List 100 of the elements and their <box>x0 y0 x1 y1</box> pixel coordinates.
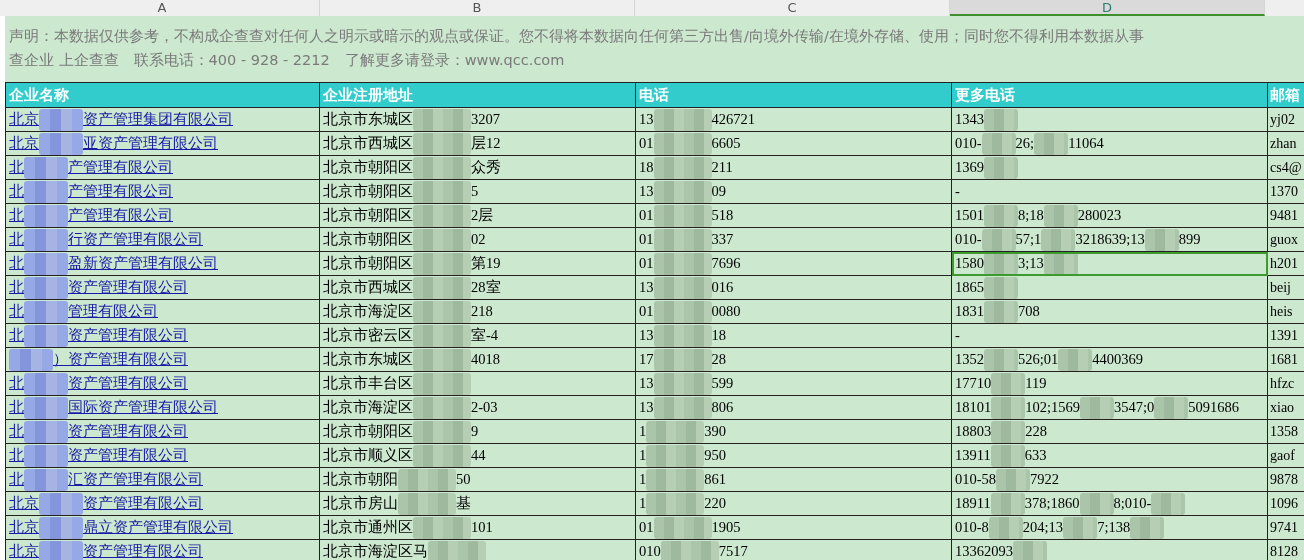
table-cell: 9741 <box>1268 516 1304 540</box>
blurred-redaction <box>984 300 1018 323</box>
table-cell: 北 资产管理有限公司 <box>5 420 320 444</box>
blurred-redaction <box>39 540 83 560</box>
blurred-redaction <box>653 300 712 323</box>
table-cell: 北京市朝阳区 众秀 <box>320 156 636 180</box>
table-cell: heis <box>1268 300 1304 324</box>
table-cell: 北京市东城区 4018 <box>320 348 636 372</box>
blurred-redaction <box>413 324 471 347</box>
blurred-redaction <box>24 276 68 299</box>
table-cell[interactable]: 1501 8;18 280023 <box>952 204 1268 228</box>
blurred-redaction <box>39 492 83 515</box>
table-cell[interactable]: 1352 526;01 4400369 <box>952 348 1268 372</box>
blurred-redaction <box>1058 348 1093 371</box>
disclaimer-text: 查企业 上企查查 联系电话：400 - 928 - 2212 了解更多请登录：www.qcc.com <box>9 51 566 70</box>
table-cell: 01 0080 <box>636 300 952 324</box>
blurred-redaction <box>653 204 712 227</box>
table-cell: 1681 <box>1268 348 1304 372</box>
table-cell: 13 18 <box>636 324 952 348</box>
table-cell: 北 产管理有限公司 <box>5 204 320 228</box>
table-cell[interactable]: 1580 3;13 <box>952 252 1268 276</box>
table-cell: 1 861 <box>636 468 952 492</box>
table-cell[interactable]: 1865 <box>952 276 1268 300</box>
table-cell: 01 337 <box>636 228 952 252</box>
blurred-redaction <box>981 132 1016 155</box>
table-cell: 1 950 <box>636 444 952 468</box>
table-cell: 13 806 <box>636 396 952 420</box>
table-cell[interactable]: 1369 <box>952 156 1268 180</box>
table-cell: 北京市西城区 层12 <box>320 132 636 156</box>
table-cell: zhan <box>1268 132 1304 156</box>
table-cell: gaof <box>1268 444 1304 468</box>
table-cell: 1 390 <box>636 420 952 444</box>
table-cell: h201 <box>1268 252 1304 276</box>
table-cell[interactable]: 010- 57;1 3218639;13 899 <box>952 228 1268 252</box>
table-cell: yj02 <box>1268 108 1304 132</box>
table-cell: 北京 资产管理有限公司 <box>5 492 320 516</box>
table-cell[interactable]: 010-58 7922 <box>952 468 1268 492</box>
blurred-redaction <box>653 228 712 251</box>
blurred-redaction <box>24 180 68 203</box>
blurred-redaction <box>653 348 712 371</box>
table-cell: 01 518 <box>636 204 952 228</box>
table-cell[interactable]: 1343 <box>952 108 1268 132</box>
table-cell: 北京市通州区 101 <box>320 516 636 540</box>
blurred-redaction <box>413 228 471 251</box>
blurred-redaction <box>660 540 719 560</box>
table-cell[interactable]: 13911 633 <box>952 444 1268 468</box>
blurred-redaction <box>984 204 1018 227</box>
table-cell: 北京市朝阳区 02 <box>320 228 636 252</box>
table-cell[interactable]: - <box>952 324 1268 348</box>
table-cell: 17 28 <box>636 348 952 372</box>
table-cell: 北京市西城区 28室 <box>320 276 636 300</box>
table-cell[interactable]: 13362093 <box>952 540 1268 560</box>
table-cell[interactable]: 18101 102;1569 3547;0 5091686 <box>952 396 1268 420</box>
blurred-redaction <box>413 156 471 179</box>
table-cell[interactable]: 010-8 204;13 7;138 <box>952 516 1268 540</box>
blurred-redaction <box>1034 132 1069 155</box>
blurred-redaction <box>653 276 712 299</box>
table-cell: 北京市顺义区 44 <box>320 444 636 468</box>
table-cell: 01 7696 <box>636 252 952 276</box>
table-cell: 北 资产管理有限公司 <box>5 276 320 300</box>
blurred-redaction <box>991 372 1026 395</box>
blurred-redaction <box>646 492 705 515</box>
blurred-redaction <box>39 108 83 131</box>
table-cell: beij <box>1268 276 1304 300</box>
table-cell: 1370 <box>1268 180 1304 204</box>
table-cell: 北 产管理有限公司 <box>5 156 320 180</box>
table-cell: 01 6605 <box>636 132 952 156</box>
table-cell: 北京 亚资产管理有限公司 <box>5 132 320 156</box>
blurred-redaction <box>413 204 471 227</box>
table-cell: 北 汇资产管理有限公司 <box>5 468 320 492</box>
blurred-redaction <box>653 180 712 203</box>
blurred-redaction <box>988 516 1023 539</box>
table-cell[interactable]: - <box>952 180 1268 204</box>
blurred-redaction <box>984 348 1018 371</box>
column-header[interactable]: D <box>950 0 1265 16</box>
table-cell: cs4@ <box>1268 156 1304 180</box>
table-cell[interactable]: 18911 378;1860 8;010- <box>952 492 1268 516</box>
blurred-redaction <box>653 324 712 347</box>
table-cell: 01 1905 <box>636 516 952 540</box>
table-cell: 北 管理有限公司 <box>5 300 320 324</box>
blurred-redaction <box>413 396 471 419</box>
table-cell[interactable]: 17710 119 <box>952 372 1268 396</box>
blurred-redaction <box>413 108 471 131</box>
table-cell: 北京市朝阳区 9 <box>320 420 636 444</box>
column-heading: 更多电话 <box>952 82 1268 108</box>
table-cell: hfzc <box>1268 372 1304 396</box>
table-cell[interactable]: 18803 228 <box>952 420 1268 444</box>
blurred-redaction <box>1079 492 1114 515</box>
table-cell: 北京市朝阳区 5 <box>320 180 636 204</box>
table-cell: 北京市东城区 3207 <box>320 108 636 132</box>
blurred-redaction <box>24 300 68 323</box>
table-cell: 北 资产管理有限公司 <box>5 444 320 468</box>
table-cell: 北 产管理有限公司 <box>5 180 320 204</box>
table-cell: 北京市海淀区 2-03 <box>320 396 636 420</box>
blurred-redaction <box>1043 204 1078 227</box>
table-cell[interactable]: 010- 26; 11064 <box>952 132 1268 156</box>
blurred-redaction <box>24 204 68 227</box>
table-cell: 9481 <box>1268 204 1304 228</box>
table-cell: 010 7517 <box>636 540 952 560</box>
table-cell[interactable]: 1831 708 <box>952 300 1268 324</box>
